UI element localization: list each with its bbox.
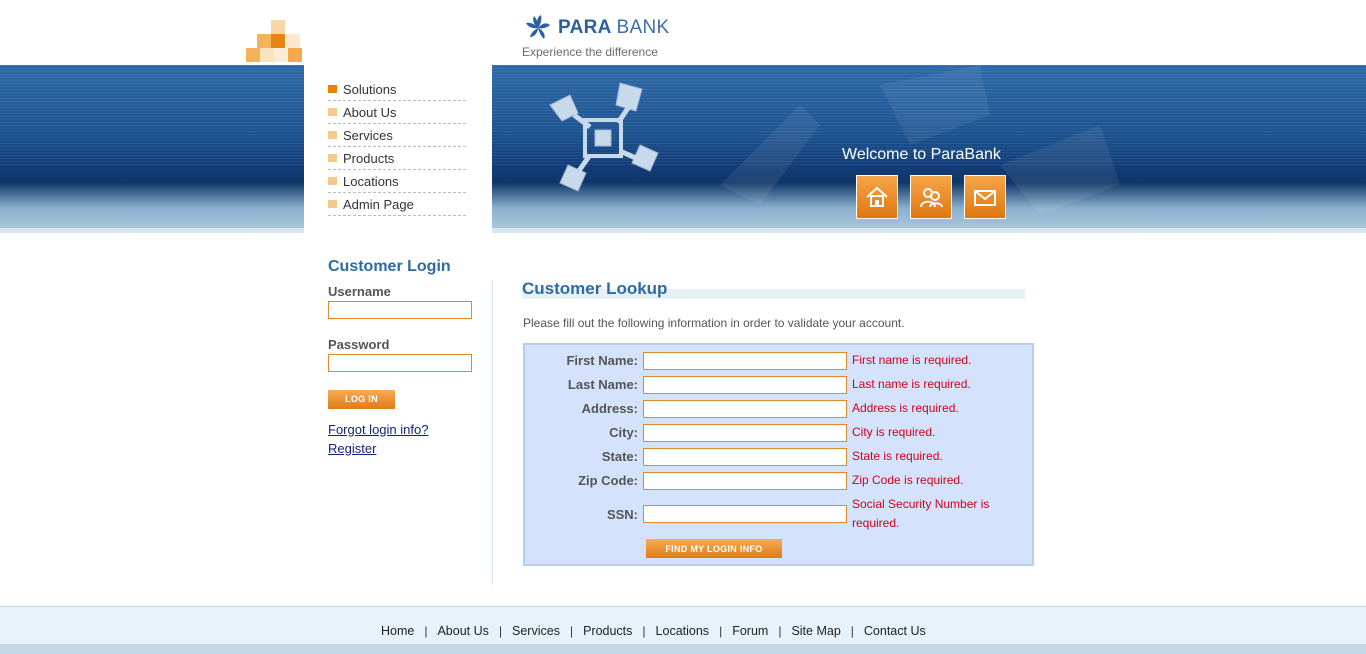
password-label: Password xyxy=(328,337,390,352)
login-title: Customer Login xyxy=(328,258,451,275)
city-input[interactable] xyxy=(643,423,847,442)
page-title: Customer Lookup xyxy=(522,279,668,298)
customer-lookup-form: First Name: First name is required. Last… xyxy=(523,343,1034,566)
last-name-label: Last Name: xyxy=(567,377,638,392)
first-name-input[interactable] xyxy=(643,351,847,370)
separator: | xyxy=(850,624,854,638)
separator: | xyxy=(719,624,723,638)
bullet-icon xyxy=(328,108,337,116)
footer-link-locations[interactable]: Locations xyxy=(656,624,710,638)
menu-item-admin-page[interactable]: Admin Page xyxy=(328,193,466,216)
form-row-last-name: Last Name: Last name is required. xyxy=(525,375,1022,394)
header-banner xyxy=(0,65,1366,228)
footer-link-home[interactable]: Home xyxy=(381,624,414,638)
menu-item-about-us[interactable]: About Us xyxy=(328,101,466,124)
footer-link-contact-us[interactable]: Contact Us xyxy=(864,624,926,638)
form-row-city: City: City is required. xyxy=(525,423,1022,442)
separator: | xyxy=(642,624,646,638)
column-divider xyxy=(492,280,493,585)
footer-link-products[interactable]: Products xyxy=(583,624,632,638)
about-button[interactable] xyxy=(910,175,952,219)
state-input[interactable] xyxy=(643,447,847,466)
zip-code-label: Zip Code: xyxy=(578,473,638,488)
logo-text: PARA BANK xyxy=(558,17,670,38)
footer-nav: Home | About Us | Services | Products | Location… xyxy=(0,624,1366,638)
form-row-state: State: State is required. xyxy=(525,447,1022,466)
footer-bottom-bar xyxy=(0,644,1366,654)
state-label: State: xyxy=(601,449,638,464)
bullet-icon xyxy=(328,154,337,162)
banner-underline xyxy=(0,228,1366,233)
form-row-address: Address: Address is required. xyxy=(525,399,1022,418)
ssn-error: Social Security Number is required. xyxy=(852,497,990,530)
ssn-label: SSN: xyxy=(606,506,638,522)
form-row-first-name: First Name: First name is required. xyxy=(525,351,1022,370)
separator: | xyxy=(569,624,574,638)
last-name-input[interactable] xyxy=(643,375,847,394)
menu-item-products[interactable]: Products xyxy=(328,147,466,170)
home-icon xyxy=(866,186,888,207)
email-icon xyxy=(974,190,996,206)
register-link[interactable]: Register xyxy=(328,439,478,458)
lookup-description: Please fill out the following informatio… xyxy=(523,316,905,330)
bullet-icon xyxy=(328,85,337,93)
password-input[interactable] xyxy=(328,354,472,372)
form-row-ssn: SSN: Social Security Number is required. xyxy=(525,495,1022,533)
username-label: Username xyxy=(328,284,391,299)
city-error: City is required. xyxy=(852,425,936,439)
banner-arrows-graphic xyxy=(549,82,659,192)
login-links: Forgot login info? Register xyxy=(328,420,478,458)
menu-item-locations[interactable]: Locations xyxy=(328,170,466,193)
first-name-error: First name is required. xyxy=(852,353,972,367)
forgot-login-link[interactable]: Forgot login info? xyxy=(328,420,478,439)
address-label: Address: xyxy=(581,401,638,416)
welcome-text: Welcome to ParaBank xyxy=(842,146,1001,163)
ssn-input[interactable] xyxy=(643,505,847,523)
tagline: Experience the difference xyxy=(522,45,658,59)
form-row-zip-code: Zip Code: Zip Code is required. xyxy=(525,471,1022,490)
footer-link-forum[interactable]: Forum xyxy=(732,624,768,638)
menu-item-services[interactable]: Services xyxy=(328,124,466,147)
username-input[interactable] xyxy=(328,301,472,319)
parabank-logo[interactable]: PARA BANK xyxy=(522,12,669,44)
zip-code-input[interactable] xyxy=(643,471,847,490)
decorative-squares xyxy=(246,20,304,64)
zip-code-error: Zip Code is required. xyxy=(852,473,964,487)
customer-login-panel: Customer Login Username Password LOG IN … xyxy=(328,258,478,458)
bullet-icon xyxy=(328,131,337,139)
footer-link-about-us[interactable]: About Us xyxy=(437,624,488,638)
home-button[interactable] xyxy=(856,175,898,219)
footer-link-site-map[interactable]: Site Map xyxy=(791,624,840,638)
separator: | xyxy=(424,624,428,638)
footer-link-services[interactable]: Services xyxy=(512,624,560,638)
separator: | xyxy=(778,624,782,638)
login-button[interactable]: LOG IN xyxy=(328,389,395,409)
find-login-info-button[interactable]: FIND MY LOGIN INFO xyxy=(646,539,782,558)
contact-button[interactable] xyxy=(964,175,1006,219)
pinwheel-logo-icon xyxy=(526,15,550,39)
menu-item-solutions[interactable]: Solutions xyxy=(328,78,466,101)
bullet-icon xyxy=(328,177,337,185)
left-menu: Solutions About Us Services Products Loc… xyxy=(328,78,466,216)
bullet-icon xyxy=(328,200,337,208)
separator: | xyxy=(498,624,503,638)
contact-people-icon xyxy=(920,188,943,208)
address-input[interactable] xyxy=(643,399,847,418)
last-name-error: Last name is required. xyxy=(852,377,971,391)
first-name-label: First Name: xyxy=(566,353,638,368)
state-error: State is required. xyxy=(852,449,943,463)
address-error: Address is required. xyxy=(852,401,959,415)
city-label: City: xyxy=(609,425,638,440)
